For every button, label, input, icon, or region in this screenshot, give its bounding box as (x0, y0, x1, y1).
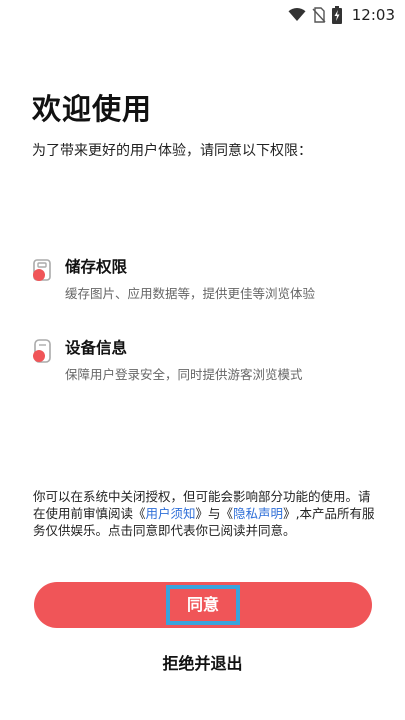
permission-description: 保障用户登录安全，同时提供游客浏览模式 (65, 367, 303, 382)
agree-button[interactable]: 同意 (34, 582, 372, 628)
page-subtitle: 为了带来更好的用户体验，请同意以下权限： (32, 143, 312, 159)
notice-text: 》与《 (195, 506, 234, 521)
device-info-icon (30, 339, 56, 365)
reject-and-exit-button[interactable]: 拒绝并退出 (0, 650, 405, 678)
storage-permission-icon (30, 258, 56, 284)
battery-charging-icon (331, 6, 342, 24)
no-sim-icon (312, 7, 326, 23)
user-agreement-link[interactable]: 用户须知 (146, 506, 196, 521)
permission-description: 缓存图片、应用数据等，提供更佳等浏览体验 (65, 286, 316, 301)
permission-item-storage: 储存权限 缓存图片、应用数据等，提供更佳等浏览体验 (30, 256, 390, 302)
page-title: 欢迎使用 (32, 92, 153, 126)
permission-item-device: 设备信息 保障用户登录安全，同时提供游客浏览模式 (30, 337, 390, 383)
consent-notice: 你可以在系统中关闭授权，但可能会影响部分功能的使用。请在使用前审慎阅读《用户须知… (33, 488, 378, 539)
permission-title: 设备信息 (65, 339, 128, 357)
privacy-policy-link[interactable]: 隐私声明 (233, 506, 283, 521)
status-bar: 12:03 (0, 0, 405, 30)
wifi-icon (288, 8, 306, 22)
permission-title: 储存权限 (65, 258, 128, 276)
agree-button-label: 同意 (166, 585, 240, 625)
status-time: 12:03 (351, 6, 395, 24)
